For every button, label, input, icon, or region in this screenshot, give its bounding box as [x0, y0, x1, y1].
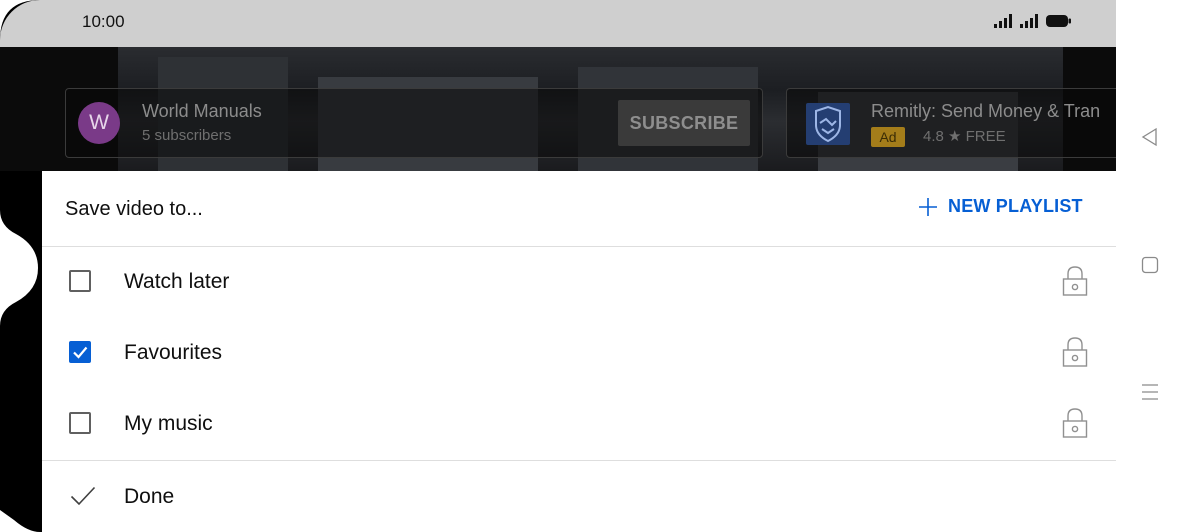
- playlist-label: My music: [124, 412, 213, 435]
- done-button[interactable]: Done: [42, 461, 1116, 532]
- sheet-header: Save video to... NEW PLAYLIST: [42, 171, 1116, 247]
- checkmark-icon: [73, 346, 88, 359]
- playlist-label: Favourites: [124, 341, 223, 364]
- done-label: Done: [124, 485, 175, 508]
- new-playlist-label: NEW PLAYLIST: [948, 196, 1083, 216]
- checkbox-checked[interactable]: [69, 341, 91, 363]
- signal-icon: [994, 14, 1012, 28]
- status-icons: [994, 14, 1072, 28]
- ad-badge: Ad: [871, 127, 905, 147]
- remitly-logo-icon: [806, 103, 850, 145]
- channel-card[interactable]: W World Manuals 5 subscribers SUBSCRIBE: [65, 88, 763, 158]
- battery-icon: [1046, 15, 1071, 27]
- ad-title: Remitly: Send Money & Tran: [871, 101, 1101, 121]
- checkbox[interactable]: [69, 270, 91, 292]
- plus-icon: [919, 197, 937, 216]
- signal-icon: [1020, 14, 1038, 28]
- navigation-bar: [1116, 0, 1182, 532]
- lock-icon: [1062, 266, 1088, 296]
- ad-card[interactable]: Remitly: Send Money & Tran Ad 4.8 ★ FREE: [786, 88, 1116, 158]
- subscribe-button[interactable]: SUBSCRIBE: [618, 100, 750, 146]
- back-icon[interactable]: [1141, 127, 1159, 147]
- sheet-title: Save video to...: [65, 198, 203, 220]
- recents-icon[interactable]: [1141, 383, 1159, 401]
- lock-icon: [1062, 337, 1088, 367]
- checkmark-icon: [70, 486, 96, 506]
- save-to-playlist-sheet: Save video to... NEW PLAYLIST Watch late…: [42, 171, 1116, 532]
- playlist-row-watch-later[interactable]: Watch later: [42, 247, 1116, 318]
- lock-icon: [1062, 408, 1088, 438]
- home-icon[interactable]: [1141, 256, 1159, 274]
- status-time: 10:00: [82, 12, 125, 31]
- ad-rating: 4.8 ★ FREE: [923, 128, 1006, 145]
- playlist-label: Watch later: [124, 270, 230, 293]
- subscriber-count: 5 subscribers: [142, 127, 232, 144]
- status-bar: 10:00: [0, 0, 1116, 47]
- video-player-background: W World Manuals 5 subscribers SUBSCRIBE …: [0, 47, 1116, 171]
- checkbox[interactable]: [69, 412, 91, 434]
- avatar[interactable]: W: [78, 102, 120, 144]
- playlist-row-my-music[interactable]: My music: [42, 389, 1116, 460]
- channel-name: World Manuals: [142, 101, 262, 121]
- playlist-row-favourites[interactable]: Favourites: [42, 318, 1116, 389]
- new-playlist-button[interactable]: NEW PLAYLIST: [918, 196, 1083, 217]
